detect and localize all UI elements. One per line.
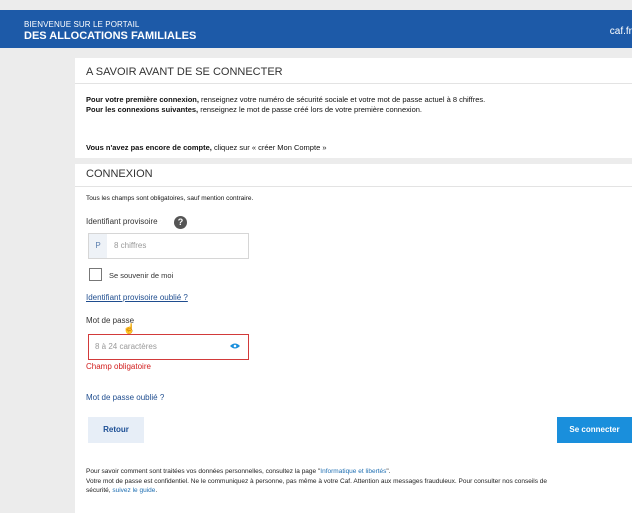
footer-line3: sécurité, suivez le guide. <box>86 487 158 495</box>
header-welcome: BIENVENUE SUR LE PORTAIL <box>24 20 140 29</box>
pwd-error-message: Champ obligatoire <box>86 362 151 371</box>
divider <box>75 186 632 187</box>
footer-line1: Pour savoir comment sont traitées vos do… <box>86 468 391 475</box>
id-placeholder: 8 chiffres <box>114 241 147 250</box>
remember-label[interactable]: Se souvenir de moi <box>109 271 173 280</box>
pwd-label: Mot de passe <box>86 316 135 325</box>
info-no-account: Vous n'avez pas encore de compte, clique… <box>86 143 327 152</box>
help-question-icon[interactable]: ? <box>174 216 187 229</box>
section-band <box>75 158 632 164</box>
password-input[interactable]: 8 à 24 caractères <box>88 334 249 360</box>
brand-logo[interactable]: caf.fr <box>610 26 632 37</box>
footer-line2: Votre mot de passe est confidentiel. Ne … <box>86 477 548 485</box>
mandatory-note: Tous les champs sont obligatoires, sauf … <box>86 195 254 202</box>
id-input[interactable]: P 8 chiffres <box>88 233 249 259</box>
login-title: CONNEXION <box>86 168 153 180</box>
pwd-placeholder: 8 à 24 caractères <box>95 342 157 351</box>
privacy-footer: Pour savoir comment sont traitées vos do… <box>86 467 631 496</box>
info-first-connection: Pour votre première connexion, renseigne… <box>86 95 486 104</box>
header-title: DES ALLOCATIONS FAMILIALES <box>24 30 197 42</box>
login-button[interactable]: Se connecter <box>557 417 632 443</box>
privacy-link[interactable]: Informatique et libertés <box>320 468 386 475</box>
divider <box>75 83 632 84</box>
eye-icon[interactable] <box>230 343 240 349</box>
info-next-connections: Pour les connexions suivantes, renseigne… <box>86 105 422 114</box>
remember-checkbox[interactable] <box>89 268 102 281</box>
portal-header: BIENVENUE SUR LE PORTAIL DES ALLOCATIONS… <box>0 10 632 48</box>
forgot-pwd-link[interactable]: Mot de passe oublié ? <box>86 393 164 402</box>
login-panel: A SAVOIR AVANT DE SE CONNECTER Pour votr… <box>75 58 632 513</box>
forgot-id-link[interactable]: Identifiant provisoire oublié ? <box>86 293 188 302</box>
info-title: A SAVOIR AVANT DE SE CONNECTER <box>86 66 283 78</box>
back-button[interactable]: Retour <box>88 417 144 443</box>
security-guide-link[interactable]: suivez le guide <box>112 487 155 494</box>
id-label: Identifiant provisoire <box>86 217 158 226</box>
id-prefix: P <box>89 234 107 258</box>
